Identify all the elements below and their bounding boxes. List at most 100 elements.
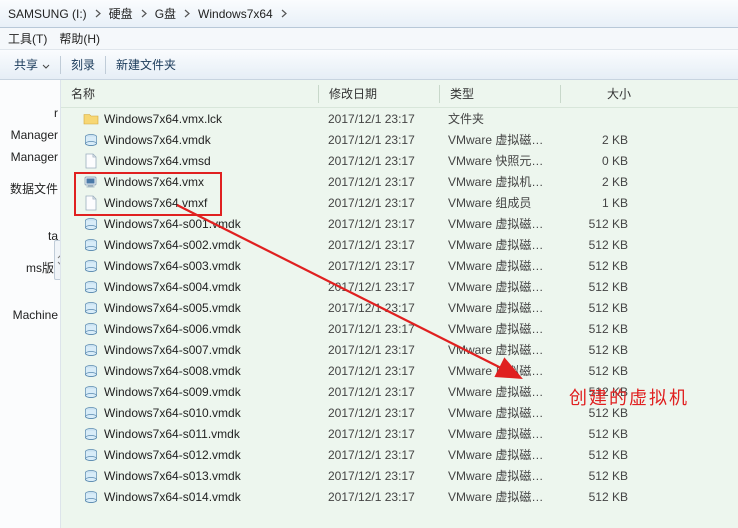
file-date: 2017/12/1 23:17 [318, 427, 438, 441]
nav-tree-item[interactable] [0, 217, 60, 225]
file-size: 0 KB [558, 154, 638, 168]
vmdk-icon [83, 468, 99, 484]
table-row[interactable]: Windows7x64.vmxf2017/12/1 23:17VMware 组成… [61, 192, 738, 213]
file-date: 2017/12/1 23:17 [318, 406, 438, 420]
menu-tools[interactable]: 工具(T) [8, 30, 47, 47]
column-size[interactable]: 大小 [561, 80, 641, 107]
file-size: 512 KB [558, 343, 638, 357]
nav-tree-item[interactable]: Machine [0, 304, 60, 326]
main-area: rManagerManager数据文件tams版)Machine 名称 修改日期… [0, 80, 738, 528]
file-name: Windows7x64-s013.vmdk [104, 469, 241, 483]
chevron-right-icon[interactable] [180, 9, 194, 18]
breadcrumb-item[interactable]: G盘 [151, 5, 180, 22]
menu-help[interactable]: 帮助(H) [59, 30, 100, 47]
table-row[interactable]: Windows7x64.vmdk2017/12/1 23:17VMware 虚拟… [61, 129, 738, 150]
table-row[interactable]: Windows7x64-s012.vmdk 2017/12/1 23:17VMwa… [61, 444, 738, 465]
file-type: VMware 虚拟磁盘... [438, 488, 558, 505]
nav-tree-item[interactable]: r [0, 102, 60, 124]
folder-icon [83, 111, 99, 127]
nav-tree-item[interactable] [0, 168, 60, 176]
vmdk-icon [83, 342, 99, 358]
nav-tree-item[interactable] [0, 247, 60, 255]
breadcrumb-item[interactable]: SAMSUNG (I:) [4, 7, 91, 21]
nav-tree-item[interactable]: ms版) [0, 255, 60, 280]
table-row[interactable]: Windows7x64-s006.vmdk2017/12/1 23:17VMwa… [61, 318, 738, 339]
toolbar-newfolder[interactable]: 新建文件夹 [106, 50, 186, 79]
file-date: 2017/12/1 23:17 [318, 112, 438, 126]
table-row[interactable]: Windows7x64.vmx2017/12/1 23:17VMware 虚拟机… [61, 171, 738, 192]
column-name[interactable]: 名称 [61, 80, 318, 107]
file-date: 2017/12/1 23:17 [318, 154, 438, 168]
nav-tree-item[interactable]: Manager [0, 146, 60, 168]
nav-tree-item[interactable]: Manager [0, 124, 60, 146]
toolbar-burn[interactable]: 刻录 [61, 50, 105, 79]
table-row[interactable]: Windows7x64-s007.vmdk2017/12/1 23:17VMwa… [61, 339, 738, 360]
chevron-right-icon[interactable] [137, 9, 151, 18]
table-row[interactable]: Windows7x64.vmx.lck2017/12/1 23:17文件夹 [61, 108, 738, 129]
file-name: Windows7x64-s006.vmdk [104, 322, 241, 336]
file-type: VMware 快照元数据 [438, 152, 558, 169]
nav-tree-item[interactable]: ta [0, 225, 60, 247]
table-row[interactable]: Windows7x64.vmsd2017/12/1 23:17VMware 快照… [61, 150, 738, 171]
file-name: Windows7x64.vmx [104, 175, 204, 189]
nav-tree-item[interactable] [0, 209, 60, 217]
nav-tree-item[interactable] [0, 296, 60, 304]
vmdk-icon [83, 300, 99, 316]
file-name: Windows7x64-s012.vmdk [104, 448, 241, 462]
file-type: VMware 虚拟磁盘... [438, 467, 558, 484]
table-row[interactable]: Windows7x64-s014.vmdk2017/12/1 23:17VMwa… [61, 486, 738, 507]
file-name: Windows7x64-s007.vmdk [104, 343, 241, 357]
table-row[interactable]: Windows7x64-s003.vmdk2017/12/1 23:17VMwa… [61, 255, 738, 276]
nav-tree-item[interactable] [0, 288, 60, 296]
file-type: VMware 虚拟机配置 [438, 173, 558, 190]
file-size: 512 KB [558, 469, 638, 483]
menubar: 工具(T) 帮助(H) [0, 28, 738, 50]
nav-tree-item[interactable] [0, 280, 60, 288]
file-size: 512 KB [558, 217, 638, 231]
table-row[interactable]: Windows7x64-s004.vmdk2017/12/1 23:17VMwa… [61, 276, 738, 297]
file-type: VMware 虚拟磁盘... [438, 446, 558, 463]
vmdk-icon [83, 258, 99, 274]
table-row[interactable]: Windows7x64-s008.vmdk2017/12/1 23:17VMwa… [61, 360, 738, 381]
chevron-right-icon[interactable] [91, 9, 105, 18]
file-date: 2017/12/1 23:17 [318, 364, 438, 378]
column-date[interactable]: 修改日期 [319, 80, 439, 107]
toolbar: 共享 刻录 新建文件夹 [0, 50, 738, 80]
file-name: Windows7x64-s002.vmdk [104, 238, 241, 252]
vmdk-icon [83, 363, 99, 379]
file-type: VMware 虚拟磁盘... [438, 278, 558, 295]
chevron-right-icon[interactable] [277, 9, 291, 18]
column-type[interactable]: 类型 [440, 80, 560, 107]
vmdk-icon [83, 216, 99, 232]
file-size: 512 KB [558, 280, 638, 294]
file-date: 2017/12/1 23:17 [318, 385, 438, 399]
nav-tree-item[interactable] [0, 201, 60, 209]
vmdk-icon [83, 321, 99, 337]
vmdk-icon [83, 384, 99, 400]
file-size: 512 KB [558, 238, 638, 252]
vmdk-icon [83, 405, 99, 421]
file-date: 2017/12/1 23:17 [318, 259, 438, 273]
file-list: 名称 修改日期 类型 大小 Windows7x64.vmx.lck2017/12… [61, 80, 738, 528]
nav-tree-item[interactable]: 数据文件 [0, 176, 60, 201]
breadcrumb-item[interactable]: 硬盘 [105, 5, 137, 22]
toolbar-share[interactable]: 共享 [4, 50, 60, 79]
table-row[interactable]: Windows7x64-s001.vmdk2017/12/1 23:17VMwa… [61, 213, 738, 234]
file-type: 文件夹 [438, 110, 558, 127]
file-date: 2017/12/1 23:17 [318, 448, 438, 462]
file-type: VMware 虚拟磁盘... [438, 215, 558, 232]
file-type: VMware 虚拟磁盘... [438, 236, 558, 253]
file-size: 512 KB [558, 364, 638, 378]
column-name-label: 名称 [71, 85, 95, 102]
table-row[interactable]: Windows7x64-s009.vmdk2017/12/1 23:17VMwa… [61, 381, 738, 402]
breadcrumb-item[interactable]: Windows7x64 [194, 7, 277, 21]
nav-scroll-handle[interactable] [54, 240, 61, 280]
table-row[interactable]: Windows7x64-s011.vmdk2017/12/1 23:17VMwa… [61, 423, 738, 444]
file-icon [83, 195, 99, 211]
file-type: VMware 虚拟磁盘... [438, 320, 558, 337]
table-row[interactable]: Windows7x64-s013.vmdk2017/12/1 23:17VMwa… [61, 465, 738, 486]
table-row[interactable]: Windows7x64-s002.vmdk2017/12/1 23:17VMwa… [61, 234, 738, 255]
file-type: VMware 虚拟磁盘... [438, 299, 558, 316]
table-row[interactable]: Windows7x64-s010.vmdk2017/12/1 23:17VMwa… [61, 402, 738, 423]
table-row[interactable]: Windows7x64-s005.vmdk2017/12/1 23:17VMwa… [61, 297, 738, 318]
